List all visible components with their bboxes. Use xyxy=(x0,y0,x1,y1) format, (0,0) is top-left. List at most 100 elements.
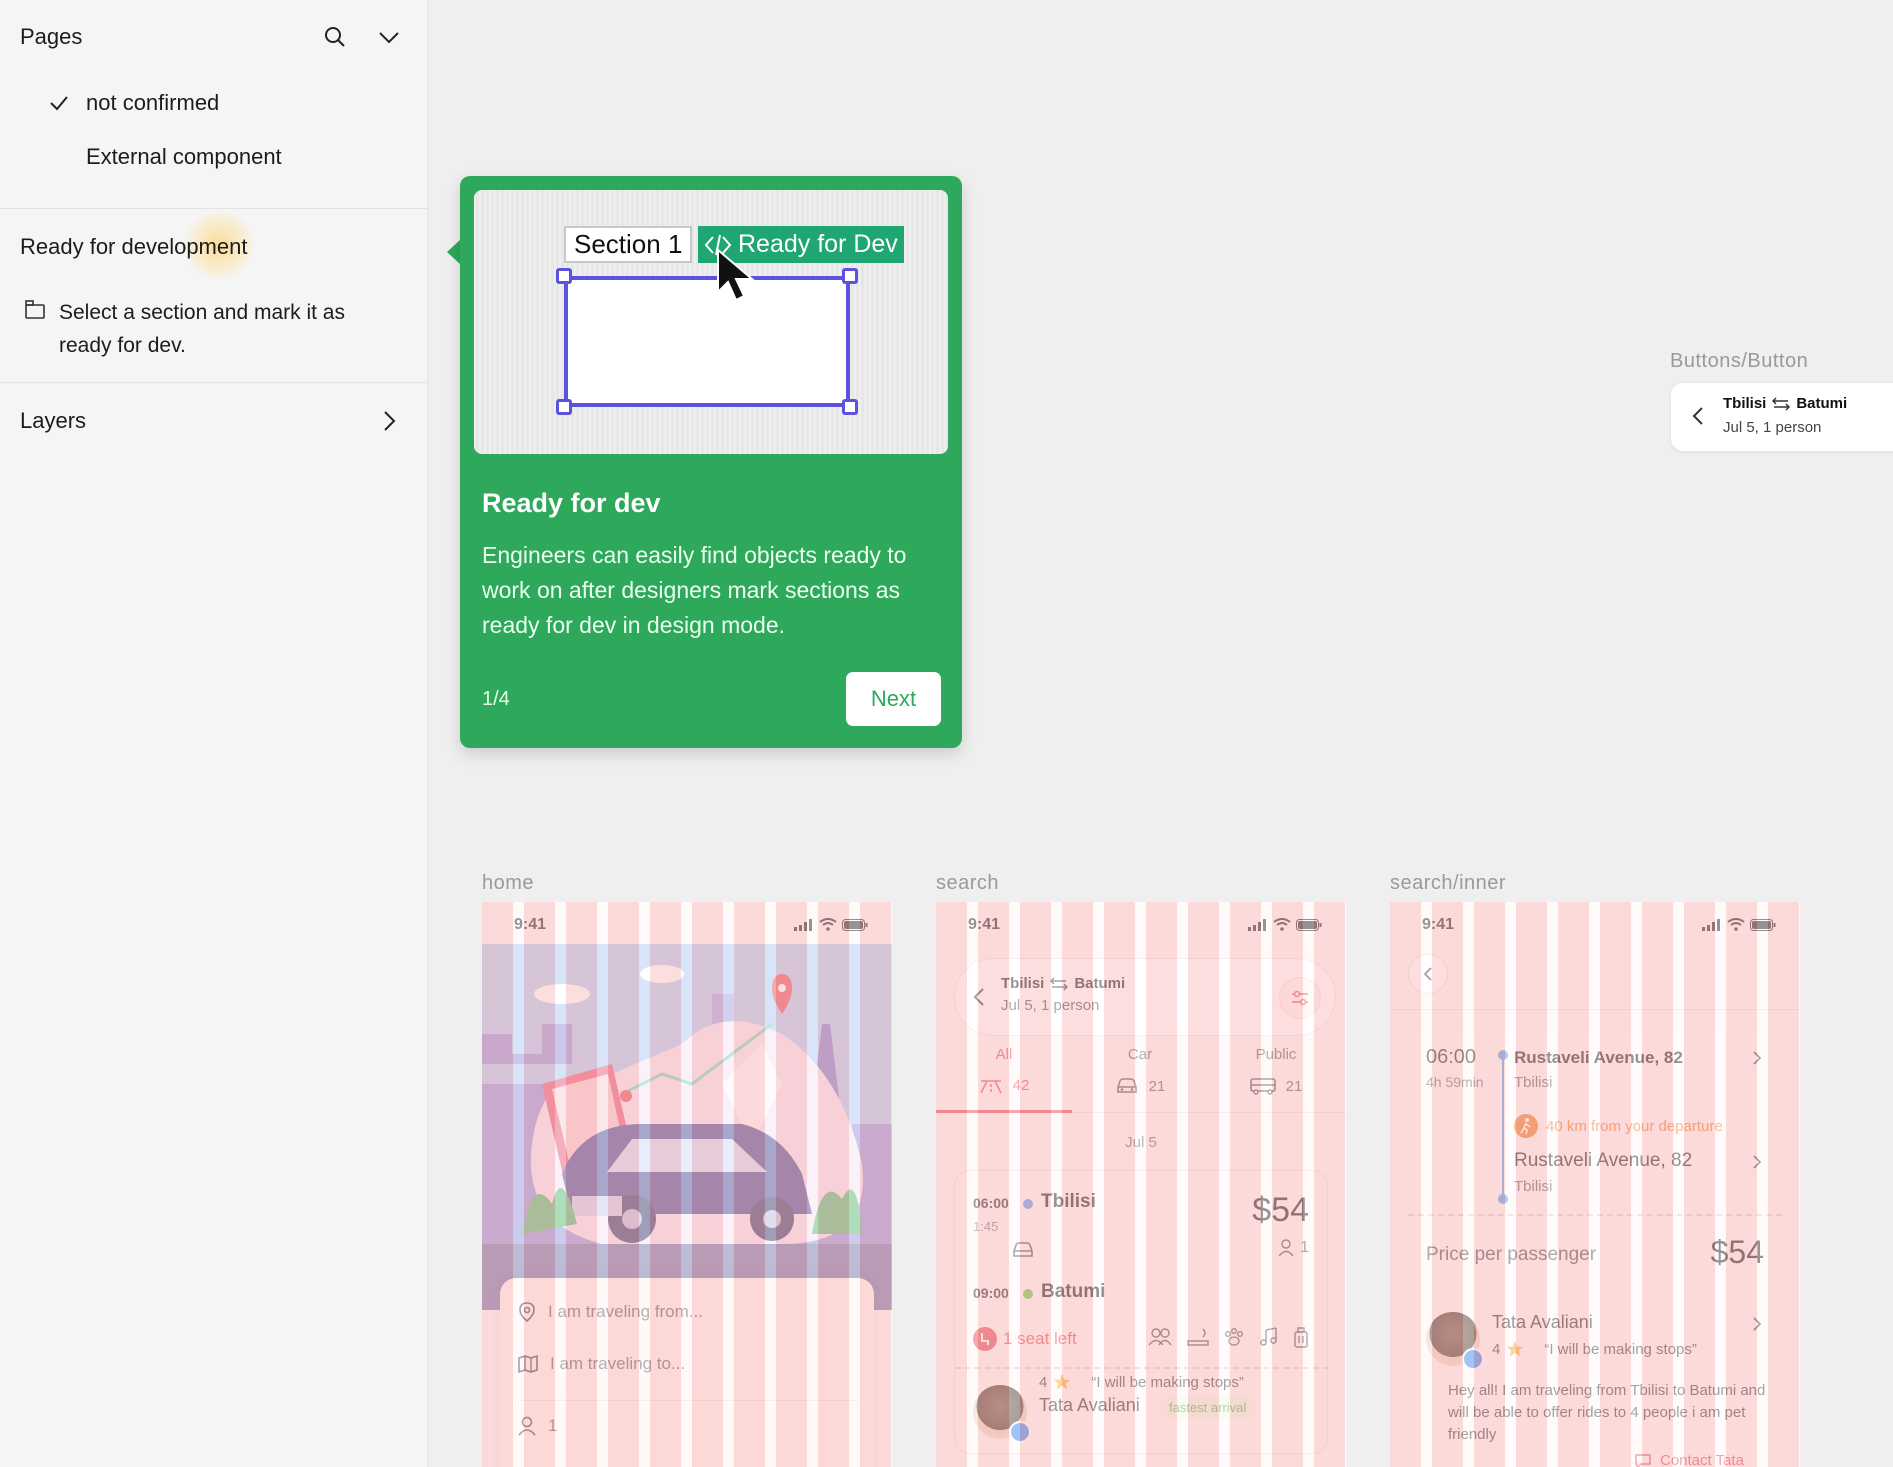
tour-body: Engineers can easily find objects ready … xyxy=(482,542,907,638)
chevron-right-icon[interactable] xyxy=(1752,1316,1762,1332)
departure-city: Tbilisi xyxy=(1514,1074,1553,1091)
passengers-value: 1 xyxy=(548,1416,558,1435)
active-tab-indicator xyxy=(936,1110,1072,1113)
check-icon xyxy=(50,96,68,111)
back-button[interactable] xyxy=(1408,954,1448,994)
walk-note-label: 40 km from your departure xyxy=(1546,1117,1723,1135)
departure-city: Tbilisi xyxy=(1041,1191,1096,1212)
seat-icon xyxy=(973,1327,997,1351)
search-icon[interactable] xyxy=(318,20,352,54)
cursor-icon xyxy=(717,248,755,302)
signal-icon xyxy=(794,918,812,931)
driver-name[interactable]: Tata Avaliani xyxy=(1492,1312,1593,1333)
status-bar: 9:41 xyxy=(1390,902,1800,942)
section-icon xyxy=(25,300,45,319)
ready-for-development-description: Select a section and mark it as ready fo… xyxy=(59,301,345,357)
departure-time: 06:00 xyxy=(1426,1046,1477,1068)
route-button-component[interactable]: Tbilisi Batumi Jul 5, 1 person xyxy=(1671,383,1893,451)
frame-label-home: home xyxy=(482,872,535,894)
wifi-icon xyxy=(819,918,837,931)
back-icon[interactable] xyxy=(973,987,985,1007)
tab-count: 42 xyxy=(1012,1077,1030,1094)
page-item-not-confirmed[interactable]: not confirmed xyxy=(86,90,219,116)
person-icon xyxy=(518,1416,536,1436)
tab-public[interactable]: Public 21 xyxy=(1208,1046,1344,1095)
driver-avatar xyxy=(1426,1312,1484,1370)
divider xyxy=(518,1400,858,1401)
walk-distance-note: 40 km from your departure xyxy=(1514,1114,1723,1138)
driver-rating: 4 “I will be making stops” xyxy=(1039,1373,1244,1391)
driver-quote: “I will be making stops” xyxy=(1091,1373,1244,1391)
walking-icon xyxy=(1514,1114,1538,1138)
chevron-down-icon[interactable] xyxy=(372,20,406,54)
from-field[interactable]: I am traveling from... xyxy=(518,1302,703,1322)
contact-driver-link[interactable]: Contact Tata xyxy=(1634,1452,1744,1467)
amenities xyxy=(1147,1327,1309,1349)
trip-detail-card: 06:00 4h 59min Rustaveli Avenue, 82 Tbil… xyxy=(1408,1030,1782,1467)
to-placeholder: I am traveling to... xyxy=(550,1354,686,1373)
tab-car[interactable]: Car 21 xyxy=(1072,1046,1208,1095)
seat-count: 1 xyxy=(1278,1239,1309,1257)
page-item-external-component[interactable]: External component xyxy=(86,144,282,170)
tour-title: Ready for dev xyxy=(482,488,661,518)
status-time: 9:41 xyxy=(514,916,547,933)
dashed-divider xyxy=(955,1367,1329,1369)
luggage-icon xyxy=(1294,1327,1308,1348)
to-field[interactable]: I am traveling to... xyxy=(518,1354,685,1374)
tab-label: Car xyxy=(1127,1046,1153,1063)
passengers-field[interactable]: 1 xyxy=(518,1416,557,1436)
layers-title[interactable]: Layers xyxy=(20,408,86,434)
price-value: $54 xyxy=(1710,1234,1764,1270)
popover-arrow xyxy=(447,239,461,265)
swap-icon xyxy=(1050,976,1069,991)
car-icon xyxy=(1116,1078,1137,1093)
divider xyxy=(0,208,428,209)
verified-icon xyxy=(1009,1421,1031,1443)
verified-icon xyxy=(1462,1348,1484,1370)
driver-avatar xyxy=(973,1385,1031,1443)
next-button[interactable]: Next xyxy=(846,672,941,726)
ready-for-development-title[interactable]: Ready for development xyxy=(20,234,247,260)
music-icon xyxy=(1260,1327,1277,1346)
preview-section-label: Section 1 xyxy=(564,226,693,263)
status-time: 9:41 xyxy=(1422,916,1455,933)
seat-left-label: 1 seat left xyxy=(1003,1329,1077,1348)
bus-icon xyxy=(1249,1078,1276,1095)
trip-card[interactable]: 06:00 Tbilisi 1:45 $54 1 09:00 Batumi 1 … xyxy=(954,1170,1329,1454)
chevron-right-icon[interactable] xyxy=(372,404,406,438)
arrival-dot xyxy=(1498,1194,1508,1204)
frame-home[interactable]: 9:41 I am traveling from... I am traveli… xyxy=(482,902,892,1467)
smoking-icon xyxy=(1187,1328,1209,1346)
chat-icon xyxy=(1635,1453,1651,1467)
signal-icon xyxy=(1248,918,1266,931)
driver-name: Tata Avaliani xyxy=(1039,1395,1140,1415)
driver-message: Hey all! I am traveling from Tbilisi to … xyxy=(1448,1382,1766,1443)
route-title: Tbilisi Batumi xyxy=(1723,395,1847,412)
chevron-right-icon[interactable] xyxy=(1752,1154,1762,1170)
route-search-bar[interactable]: Tbilisi Batumi Jul 5, 1 person xyxy=(954,958,1336,1036)
tab-all[interactable]: All 42 xyxy=(936,1046,1072,1094)
component-label: Buttons/Button xyxy=(1670,350,1809,372)
departure-place[interactable]: Rustaveli Avenue, 82 xyxy=(1514,1048,1683,1068)
route-to: Batumi xyxy=(1074,975,1126,992)
road-icon xyxy=(979,1079,1002,1093)
group-icon xyxy=(1148,1328,1172,1346)
departure-time: 06:00 xyxy=(973,1195,1009,1211)
resize-handle xyxy=(556,399,572,415)
chevron-right-icon[interactable] xyxy=(1752,1050,1762,1066)
onboarding-popover: Section 1 Ready for Dev Ready for dev En… xyxy=(460,176,962,748)
frame-search-inner[interactable]: 9:41 06:00 4h 59min Rustaveli Avenue, 82… xyxy=(1390,902,1800,1467)
car-map-illustration xyxy=(482,944,892,1310)
arrival-time: 09:00 xyxy=(973,1285,1009,1301)
frame-search[interactable]: 9:41 Tbilisi Batumi Jul 5, 1 person All … xyxy=(936,902,1346,1467)
status-time: 9:41 xyxy=(968,916,1001,933)
filter-button[interactable] xyxy=(1279,977,1321,1019)
resize-handle xyxy=(842,399,858,415)
search-form-card: I am traveling from... I am traveling to… xyxy=(500,1278,874,1467)
arrival-place[interactable]: Rustaveli Avenue, 82 xyxy=(1514,1150,1692,1172)
rating-value: 4 xyxy=(1039,1373,1048,1391)
status-bar: 9:41 xyxy=(936,902,1346,942)
map-icon xyxy=(518,1355,538,1373)
date-separator: Jul 5 xyxy=(1125,1134,1157,1151)
swap-icon xyxy=(1772,396,1791,411)
